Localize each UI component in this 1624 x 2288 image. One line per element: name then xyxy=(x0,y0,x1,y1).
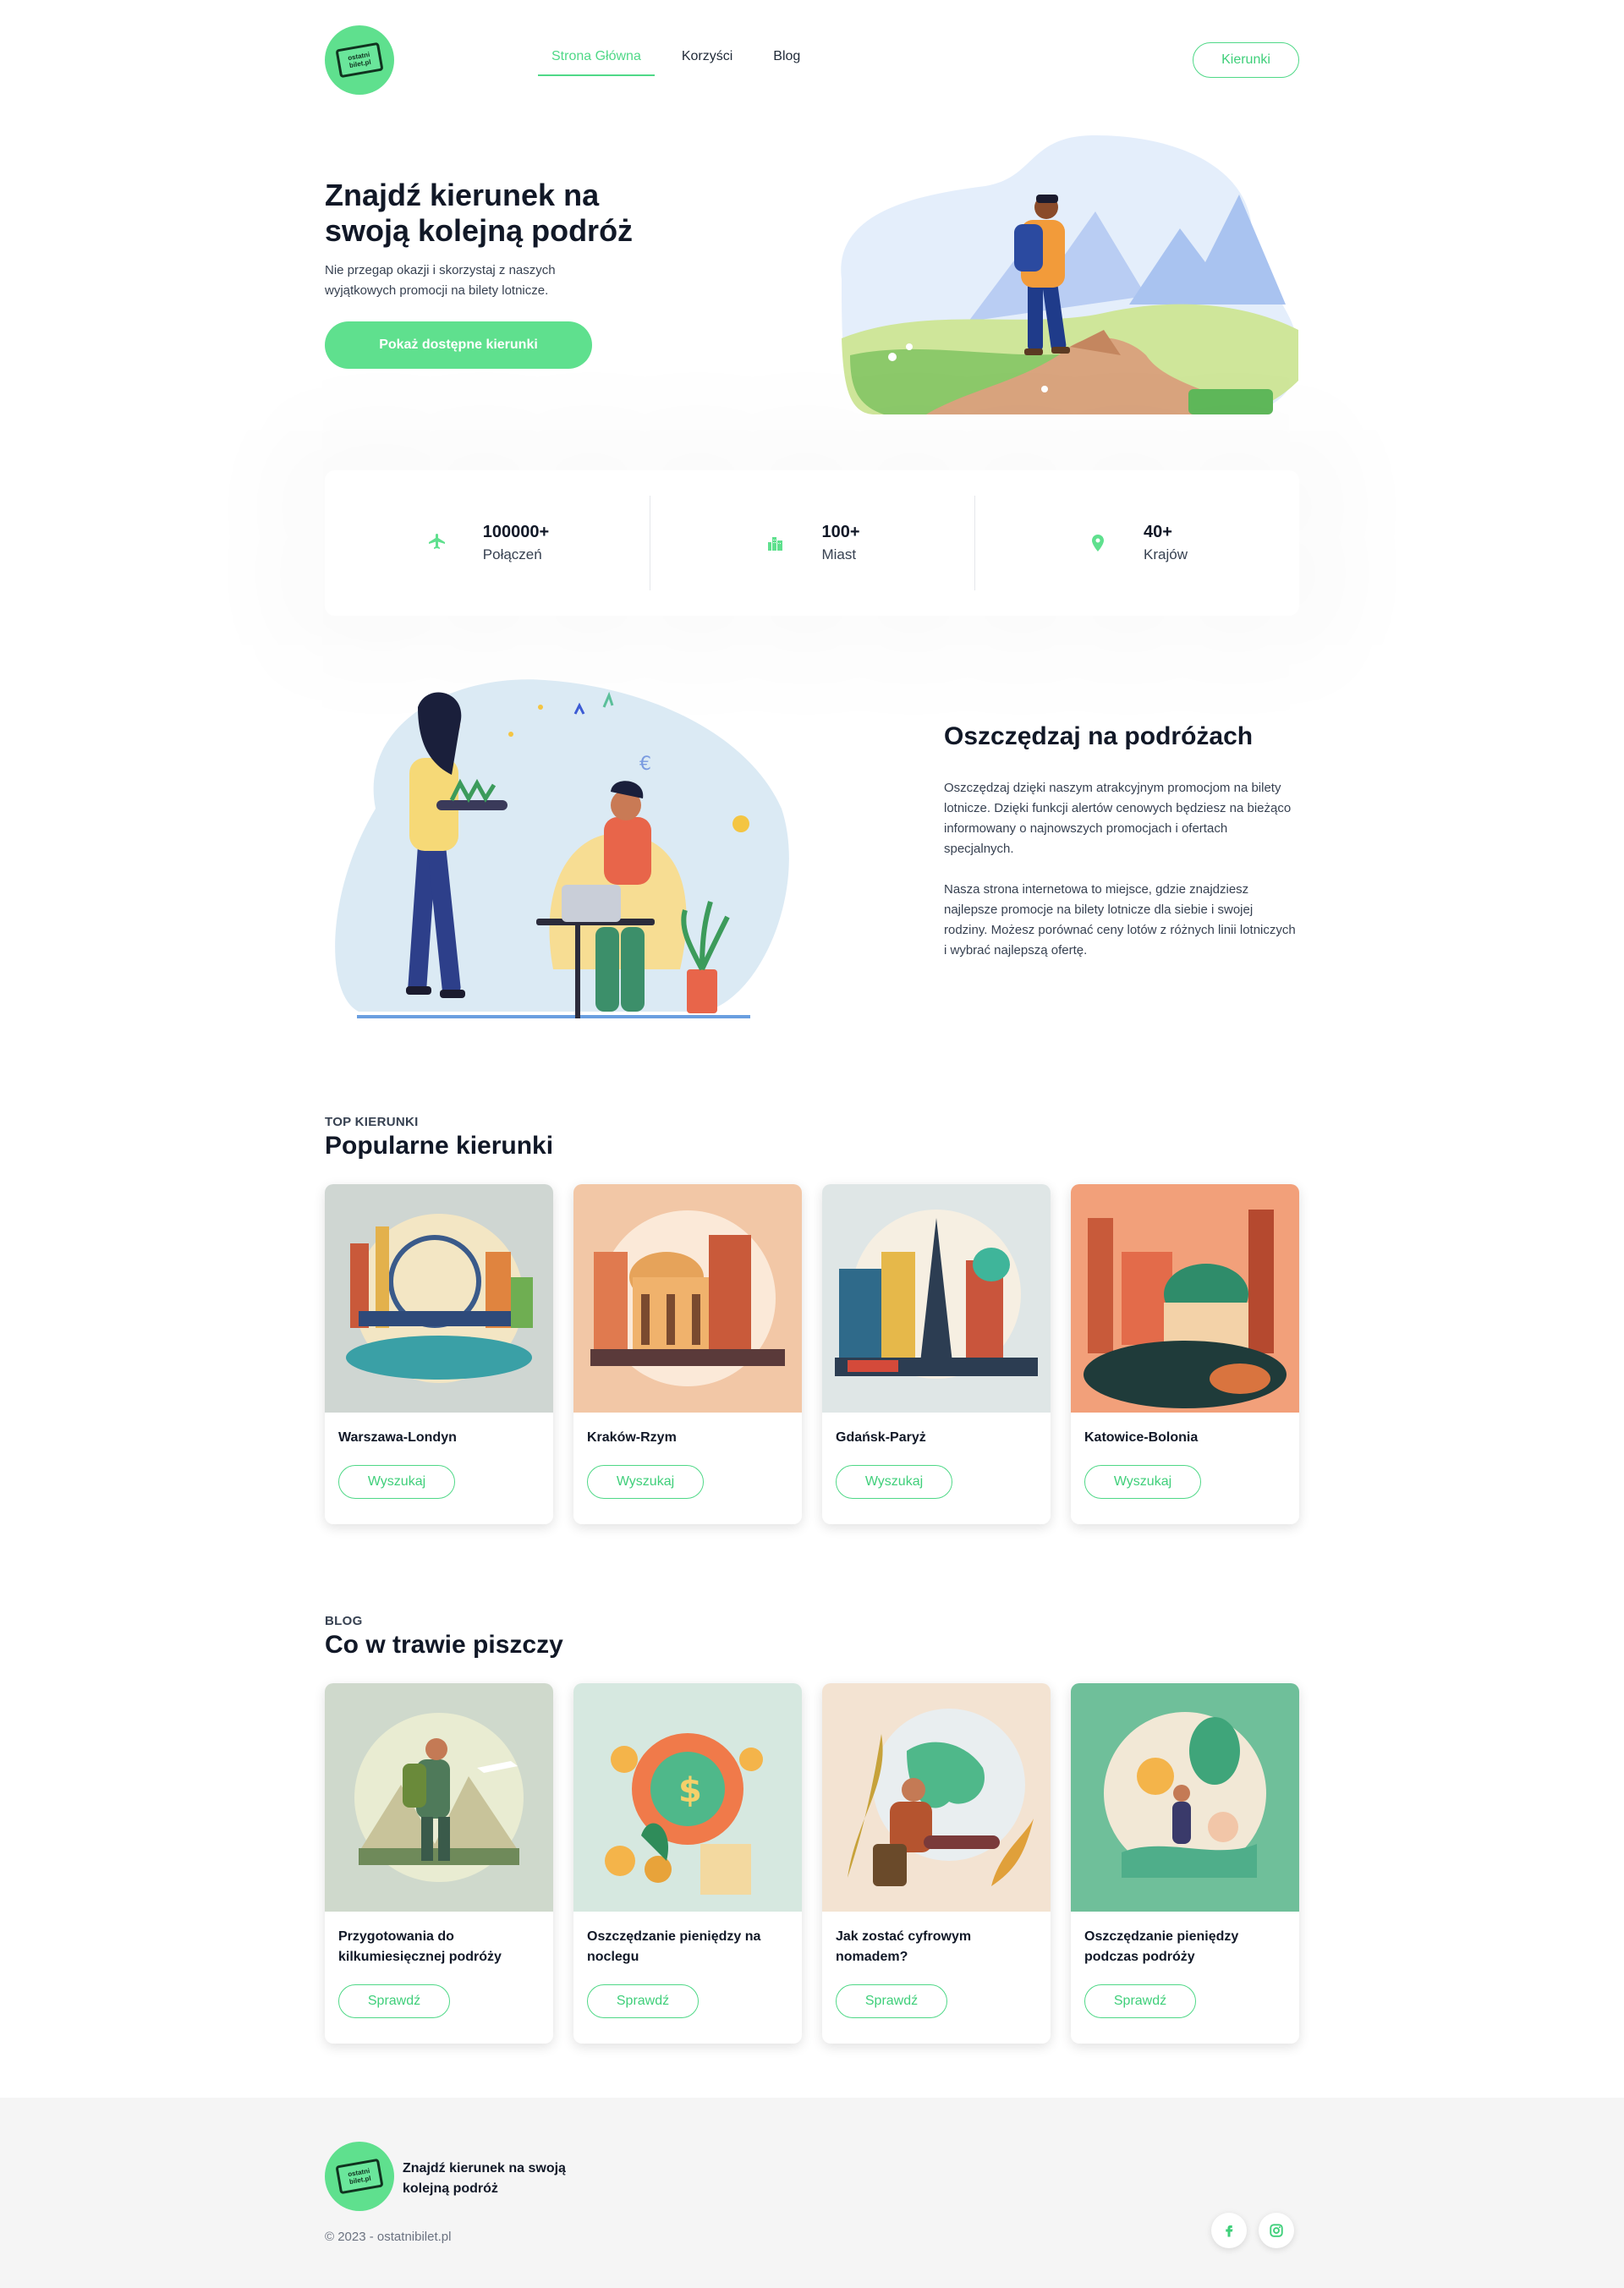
destination-route: Gdańsk-Paryż xyxy=(836,1430,926,1445)
destination-route: Warszawa-Londyn xyxy=(338,1430,457,1445)
blog-card: Przygotowania do kilkumiesięcznej podróż… xyxy=(325,1683,553,2044)
savings-illustration: € xyxy=(335,679,789,1018)
destinations-button[interactable]: Kierunki xyxy=(1193,42,1299,78)
travel-savings-illustration xyxy=(1071,1683,1299,1912)
blog-title: Co w trawie piszczy xyxy=(325,1631,563,1659)
main-nav: Strona Główna Korzyści Blog xyxy=(538,49,827,76)
destination-card: Katowice-Bolonia Wyszukaj xyxy=(1071,1184,1299,1524)
stat-connections: 100000+ Połączeń xyxy=(325,470,650,616)
stat-countries: 40+ Krajów xyxy=(974,470,1299,616)
hero-illustration xyxy=(841,135,1298,414)
ticket-icon: ostatni bilet.pl xyxy=(335,2158,384,2195)
search-button[interactable]: Wyszukaj xyxy=(1084,1465,1201,1499)
hero-subtitle: Nie przegap okazji i skorzystaj z naszyc… xyxy=(325,263,556,298)
destination-card: Kraków-Rzym Wyszukaj xyxy=(573,1184,802,1524)
footer-tagline: Znajdź kierunek na swoją kolejną podróż xyxy=(403,2161,566,2196)
stat-value: 40+ xyxy=(1144,523,1172,541)
stat-cities: 100+ Miast xyxy=(650,470,974,616)
city-icon xyxy=(764,531,787,555)
blog-card: Jak zostać cyfrowym nomadem? Sprawdź xyxy=(822,1683,1051,2044)
paris-illustration xyxy=(822,1184,1051,1413)
read-more-button[interactable]: Sprawdź xyxy=(836,1984,947,2018)
ticket-icon: ostatni bilet.pl xyxy=(335,41,384,79)
backpacker-illustration xyxy=(325,1683,553,1912)
search-button[interactable]: Wyszukaj xyxy=(587,1465,704,1499)
copyright: © 2023 - ostatnibilet.pl xyxy=(325,2230,452,2244)
show-destinations-button[interactable]: Pokaż dostępne kierunki xyxy=(325,321,592,369)
blog-post-title: Oszczędzanie pieniędzy na noclegu xyxy=(587,1929,761,1964)
plane-icon xyxy=(425,531,449,555)
blog-post-title: Przygotowania do kilkumiesięcznej podróż… xyxy=(338,1929,502,1964)
destination-card: Gdańsk-Paryż Wyszukaj xyxy=(822,1184,1051,1524)
blog-eyebrow: BLOG xyxy=(325,1614,363,1628)
stat-value: 100+ xyxy=(821,523,860,541)
bologna-illustration xyxy=(1071,1184,1299,1413)
rome-illustration xyxy=(573,1184,802,1413)
blog-post-title: Oszczędzanie pieniędzy podczas podróży xyxy=(1084,1929,1239,1964)
location-pin-icon xyxy=(1086,531,1110,555)
read-more-button[interactable]: Sprawdź xyxy=(587,1984,699,2018)
destinations-cards: Warszawa-Londyn Wyszukaj Kraków-Rzym Wys… xyxy=(325,1184,1299,1524)
blog-card: Oszczędzanie pieniędzy podczas podróży S… xyxy=(1071,1683,1299,2044)
destinations-eyebrow: TOP KIERUNKI xyxy=(325,1115,419,1129)
footer-logo[interactable]: ostatni bilet.pl xyxy=(325,2142,394,2211)
read-more-button[interactable]: Sprawdź xyxy=(338,1984,450,2018)
logo[interactable]: ostatni bilet.pl xyxy=(325,25,394,95)
stat-label: Krajów xyxy=(1144,546,1188,562)
instagram-icon[interactable] xyxy=(1259,2213,1294,2248)
facebook-icon[interactable] xyxy=(1211,2213,1247,2248)
stat-label: Miast xyxy=(821,546,857,562)
blog-post-title: Jak zostać cyfrowym nomadem? xyxy=(836,1929,972,1964)
destination-route: Kraków-Rzym xyxy=(587,1430,677,1445)
search-button[interactable]: Wyszukaj xyxy=(338,1465,455,1499)
blog-card: $ Oszczędzanie pieniędzy na noclegu Spra… xyxy=(573,1683,802,2044)
savings-paragraph-2: Nasza strona internetowa to miejsce, gdz… xyxy=(944,882,1296,957)
stat-label: Połączeń xyxy=(482,546,542,562)
read-more-button[interactable]: Sprawdź xyxy=(1084,1984,1196,2018)
search-button[interactable]: Wyszukaj xyxy=(836,1465,952,1499)
digital-nomad-illustration xyxy=(822,1683,1051,1912)
site-header: ostatni bilet.pl Strona Główna Korzyści … xyxy=(325,25,1299,95)
site-footer: ostatni bilet.pl Znajdź kierunek na swoj… xyxy=(0,2098,1624,2288)
nav-item-benefits[interactable]: Korzyści xyxy=(668,49,746,76)
savings-paragraph-1: Oszczędzaj dzięki naszym atrakcyjnym pro… xyxy=(944,781,1292,856)
nav-item-blog[interactable]: Blog xyxy=(760,49,814,76)
stats-panel: 100000+ Połączeń 100+ Miast 40+ Krajów xyxy=(325,470,1299,616)
svg-text:$: $ xyxy=(678,1771,702,1810)
money-illustration: $ xyxy=(573,1683,802,1912)
hero-title: Znajdź kierunek na swoją kolejną podróż xyxy=(325,178,634,248)
savings-title: Oszczędzaj na podróżach xyxy=(944,722,1254,750)
nav-item-home[interactable]: Strona Główna xyxy=(538,49,655,76)
london-illustration xyxy=(325,1184,553,1413)
svg-text:€: € xyxy=(639,754,651,775)
blog-cards: Przygotowania do kilkumiesięcznej podróż… xyxy=(325,1683,1299,2044)
destination-card: Warszawa-Londyn Wyszukaj xyxy=(325,1184,553,1524)
destinations-title: Popularne kierunki xyxy=(325,1132,554,1160)
destination-route: Katowice-Bolonia xyxy=(1084,1430,1199,1445)
stat-value: 100000+ xyxy=(482,523,550,541)
